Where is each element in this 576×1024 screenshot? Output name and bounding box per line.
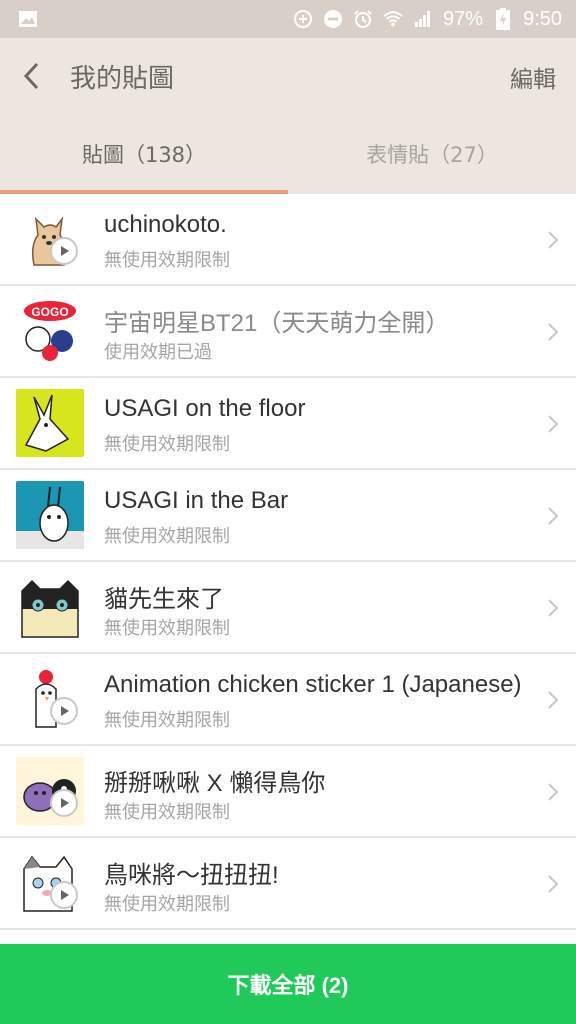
tab-emoji[interactable]: 表情貼（27） [288, 114, 576, 194]
list-item[interactable]: Animation chicken sticker 1 (Japanese) 無… [0, 654, 576, 746]
battery-percent: 97% [443, 7, 484, 30]
item-validity: 無使用效期限制 [104, 802, 230, 823]
tab-bar: 貼圖（138） 表情貼（27） [0, 114, 576, 194]
item-title: USAGI in the Bar [104, 487, 289, 514]
list-item[interactable]: GOGO 宇宙明星BT21（天天萌力全開） 使用效期已過 [0, 286, 576, 378]
chevron-right-icon [548, 691, 559, 709]
chevron-right-icon [548, 231, 559, 249]
svg-text:GOGO: GOGO [31, 305, 68, 319]
item-validity: 無使用效期限制 [104, 250, 230, 271]
app-bar: 我的貼圖 編輯 [0, 38, 576, 114]
page-title: 我的貼圖 [70, 63, 175, 94]
cat-sticker-icon [16, 573, 84, 641]
item-validity: 使用效期已過 [104, 342, 212, 363]
status-bar: 97% 9:50 [0, 0, 576, 38]
item-validity: 無使用效期限制 [104, 526, 230, 547]
item-validity: 無使用效期限制 [104, 710, 230, 731]
back-button[interactable] [0, 38, 62, 114]
list-item[interactable]: 貓先生來了 無使用效期限制 [0, 562, 576, 654]
item-validity: 無使用效期限制 [104, 894, 230, 915]
tab-emoji-label: 表情貼（27） [366, 143, 498, 167]
dog-sticker-icon [16, 205, 84, 273]
tab-stickers-label: 貼圖（138） [81, 143, 207, 167]
list-item[interactable]: uchinokoto. 無使用效期限制 [0, 194, 576, 286]
back-arrow-icon [23, 62, 39, 90]
rabbit-floor-sticker-icon [16, 389, 84, 457]
play-icon [50, 881, 78, 909]
play-icon [50, 237, 78, 265]
play-icon [50, 697, 78, 725]
list-item[interactable]: 鳥咪將～扭扭扭! 無使用效期限制 [0, 838, 576, 930]
item-title: USAGI on the floor [104, 395, 306, 422]
do-not-disturb-icon [323, 9, 343, 29]
chicken-sticker-icon [16, 665, 84, 733]
cat-bird-sticker-icon [16, 849, 84, 917]
item-title: uchinokoto. [104, 211, 227, 238]
item-title: 掰掰啾啾 X 懶得鳥你 [104, 770, 326, 797]
item-validity: 無使用效期限制 [104, 618, 230, 639]
chevron-right-icon [548, 415, 559, 433]
list-item[interactable]: USAGI on the floor 無使用效期限制 [0, 378, 576, 470]
edit-button[interactable]: 編輯 [510, 60, 556, 94]
bt21-sticker-icon: GOGO [16, 297, 84, 365]
bird-sticker-icon [16, 757, 84, 825]
chevron-right-icon [548, 323, 559, 341]
play-icon [50, 789, 78, 817]
item-title: 鳥咪將～扭扭扭! [104, 862, 279, 889]
signal-icon [413, 9, 433, 29]
tab-stickers[interactable]: 貼圖（138） [0, 114, 288, 194]
list-item[interactable]: 掰掰啾啾 X 懶得鳥你 無使用效期限制 [0, 746, 576, 838]
alarm-icon [353, 9, 373, 29]
sticker-list: uchinokoto. 無使用效期限制 GOGO 宇宙明星BT21（天天萌力全開… [0, 194, 576, 930]
wifi-icon [383, 9, 403, 29]
list-item[interactable]: USAGI in the Bar 無使用效期限制 [0, 470, 576, 562]
data-saver-icon [293, 9, 313, 29]
battery-charging-icon [493, 8, 513, 30]
chevron-right-icon [548, 507, 559, 525]
image-icon [18, 9, 38, 29]
item-title: 宇宙明星BT21（天天萌力全開） [104, 310, 450, 337]
item-title: Animation chicken sticker 1 (Japanese) [104, 671, 522, 698]
chevron-right-icon [548, 875, 559, 893]
download-all-button[interactable]: 下載全部 (2) [0, 944, 576, 1024]
chevron-right-icon [548, 783, 559, 801]
rabbit-bar-sticker-icon [16, 481, 84, 549]
chevron-right-icon [548, 599, 559, 617]
item-validity: 無使用效期限制 [104, 434, 230, 455]
clock: 9:50 [523, 7, 562, 30]
item-title: 貓先生來了 [104, 586, 224, 613]
